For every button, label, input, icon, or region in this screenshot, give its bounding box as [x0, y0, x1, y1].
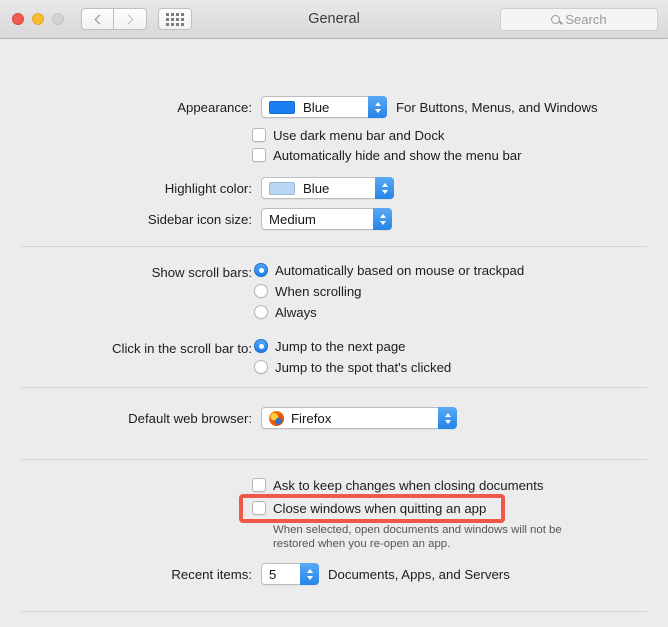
grid-icon: [166, 12, 184, 26]
minimize-window-button[interactable]: [32, 13, 44, 25]
default-browser-popup-button[interactable]: Firefox: [261, 407, 457, 429]
sidebar-icon-size-stepper-icon[interactable]: [373, 208, 392, 230]
recent-items-stepper-icon[interactable]: [300, 563, 319, 585]
search-icon: [551, 15, 561, 24]
scroll-bars-option-auto[interactable]: Automatically based on mouse or trackpad: [254, 263, 524, 278]
ask-to-keep-changes-label: Ask to keep changes when closing documen…: [273, 478, 544, 493]
auto-hide-menu-bar-label: Automatically hide and show the menu bar: [273, 148, 522, 163]
scroll-bars-radio-when-scrolling[interactable]: [254, 284, 268, 298]
section-divider-1: [21, 246, 647, 247]
default-browser-label: Default web browser:: [128, 410, 252, 426]
sidebar-icon-size-label: Sidebar icon size:: [147, 211, 252, 227]
recent-items-label: Recent items:: [171, 566, 252, 582]
ask-to-keep-changes-checkbox[interactable]: [252, 478, 266, 492]
ask-to-keep-changes-row[interactable]: Ask to keep changes when closing documen…: [252, 478, 544, 493]
auto-hide-menu-bar-checkbox-row[interactable]: Automatically hide and show the menu bar: [252, 148, 522, 163]
appearance-trailing-text: For Buttons, Menus, and Windows: [396, 100, 598, 115]
scroll-bar-click-option-spot-clicked[interactable]: Jump to the spot that's clicked: [254, 360, 451, 375]
preferences-body: Appearance: Blue For Buttons, Menus, and…: [0, 39, 668, 627]
default-browser-stepper-icon[interactable]: [438, 407, 457, 429]
back-button[interactable]: [81, 8, 114, 30]
scroll-bars-radio-always[interactable]: [254, 305, 268, 319]
recent-items-value: 5: [269, 566, 277, 582]
window-titlebar: General Search: [0, 0, 668, 39]
highlight-color-row: Highlight color: Blue: [127, 177, 394, 199]
recent-items-row: Recent items: 5: [163, 563, 319, 585]
scroll-bar-click-radio-spot-clicked[interactable]: [254, 360, 268, 374]
auto-hide-menu-bar-checkbox[interactable]: [252, 148, 266, 162]
sidebar-icon-size-popup-button[interactable]: Medium: [261, 208, 392, 230]
scroll-bars-option-when-scrolling[interactable]: When scrolling: [254, 284, 362, 299]
recent-items-trailing-text: Documents, Apps, and Servers: [328, 567, 510, 582]
search-placeholder: Search: [565, 12, 607, 27]
appearance-popup-button[interactable]: Blue: [261, 96, 387, 118]
firefox-icon: [269, 410, 284, 426]
appearance-row: Appearance: Blue: [164, 96, 390, 118]
forward-button[interactable]: [114, 8, 147, 30]
appearance-color-swatch: [269, 100, 295, 114]
dark-menu-bar-checkbox[interactable]: [252, 128, 266, 142]
section-divider-3: [21, 459, 647, 460]
close-windows-row[interactable]: Close windows when quitting an app: [252, 501, 486, 516]
default-browser-row: Default web browser: Firefox: [113, 407, 457, 429]
scroll-bar-click-option-next-page[interactable]: Jump to the next page: [254, 339, 406, 354]
highlight-color-label: Highlight color:: [164, 180, 252, 196]
search-input[interactable]: Search: [500, 8, 658, 31]
highlight-color-popup-button[interactable]: Blue: [261, 177, 394, 199]
close-windows-checkbox[interactable]: [252, 501, 266, 515]
recent-items-popup-button[interactable]: 5: [261, 563, 319, 585]
section-divider-2: [21, 387, 647, 388]
close-windows-hint: When selected, open documents and window…: [273, 524, 562, 550]
highlight-color-stepper-icon[interactable]: [375, 177, 394, 199]
scroll-bar-click-label-spot-clicked: Jump to the spot that's clicked: [275, 360, 452, 375]
close-window-button[interactable]: [12, 13, 24, 25]
scroll-bars-label-auto: Automatically based on mouse or trackpad: [275, 263, 525, 278]
scroll-bar-click-label: Click in the scroll bar to:: [112, 341, 252, 356]
highlight-color-value: Blue: [303, 180, 330, 196]
scroll-bar-click-label-next-page: Jump to the next page: [275, 339, 406, 354]
system-preferences-window: General Search Appearance: Blue For Butt…: [0, 0, 668, 627]
sidebar-icon-size-value: Medium: [269, 211, 316, 227]
default-browser-value: Firefox: [291, 410, 332, 426]
chevron-left-icon: [94, 14, 104, 24]
navigation-buttons: [81, 8, 147, 30]
zoom-window-button[interactable]: [52, 13, 64, 25]
appearance-stepper-icon[interactable]: [368, 96, 387, 118]
close-windows-label: Close windows when quitting an app: [273, 501, 487, 516]
traffic-light-group: [12, 13, 64, 25]
show-scroll-bars-label: Show scroll bars:: [151, 265, 252, 280]
chevron-right-icon: [123, 14, 134, 24]
scroll-bars-radio-auto[interactable]: [254, 263, 268, 277]
dark-menu-bar-checkbox-row[interactable]: Use dark menu bar and Dock: [252, 128, 445, 143]
section-divider-4: [21, 611, 647, 612]
dark-menu-bar-label: Use dark menu bar and Dock: [273, 128, 445, 143]
scroll-bars-label-always: Always: [275, 305, 317, 320]
scroll-bar-click-radio-next-page[interactable]: [254, 339, 268, 353]
sidebar-icon-size-row: Sidebar icon size: Medium: [127, 208, 392, 230]
appearance-label: Appearance:: [177, 99, 252, 115]
highlight-color-swatch: [269, 181, 295, 195]
scroll-bars-option-always[interactable]: Always: [254, 305, 317, 320]
scroll-bars-label-when-scrolling: When scrolling: [275, 284, 362, 299]
appearance-value: Blue: [303, 99, 330, 115]
show-all-button[interactable]: [158, 8, 192, 30]
